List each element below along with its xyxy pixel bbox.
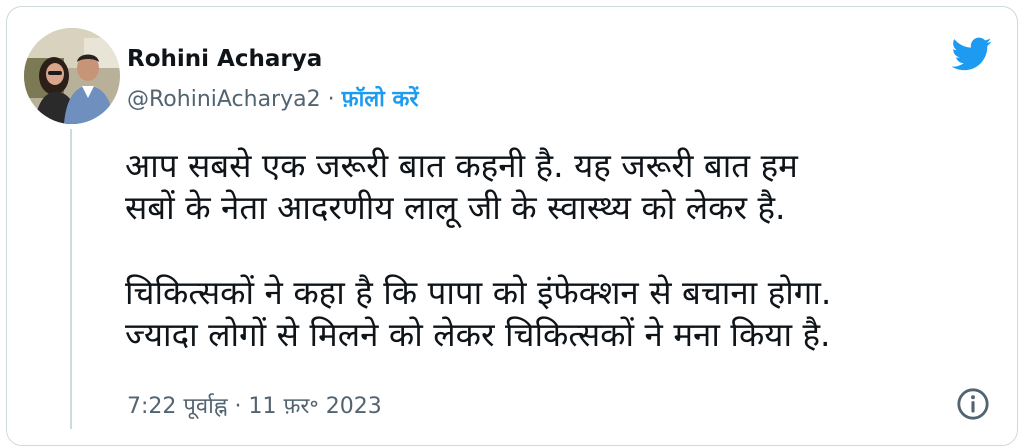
tweet-line: चिकित्सकों ने कहा है कि पापा को इंफेक्शन…	[125, 273, 832, 312]
tweet-line: सबों के नेता आदरणीय लालू जी के स्वास्थ्य…	[125, 188, 786, 227]
author-handle-row: @RohiniAcharya2 · फ़ॉलो करें	[127, 83, 418, 113]
info-icon[interactable]	[956, 387, 990, 421]
tweet-text: आप सबसे एक जरूरी बात कहनी है. यह जरूरी ब…	[125, 145, 1005, 356]
author-name[interactable]: Rohini Acharya	[127, 46, 322, 72]
author-handle[interactable]: @RohiniAcharya2	[127, 87, 321, 112]
tweet-line: आप सबसे एक जरूरी बात कहनी है. यह जरूरी ब…	[125, 146, 798, 185]
tweet-line: ज्यादा लोगों से मिलने को लेकर चिकित्सकों…	[125, 315, 831, 354]
twitter-bird-icon[interactable]	[949, 34, 995, 74]
separator-dot: ·	[327, 87, 335, 112]
tweet-timestamp[interactable]: 7:22 पूर्वाह्न · 11 फ़र॰ 2023	[127, 390, 382, 420]
avatar[interactable]	[24, 28, 120, 124]
follow-button[interactable]: फ़ॉलो करें	[342, 87, 419, 112]
tweet-card[interactable]: Rohini Acharya @RohiniAcharya2 · फ़ॉलो क…	[6, 6, 1018, 446]
thread-line	[70, 129, 72, 429]
